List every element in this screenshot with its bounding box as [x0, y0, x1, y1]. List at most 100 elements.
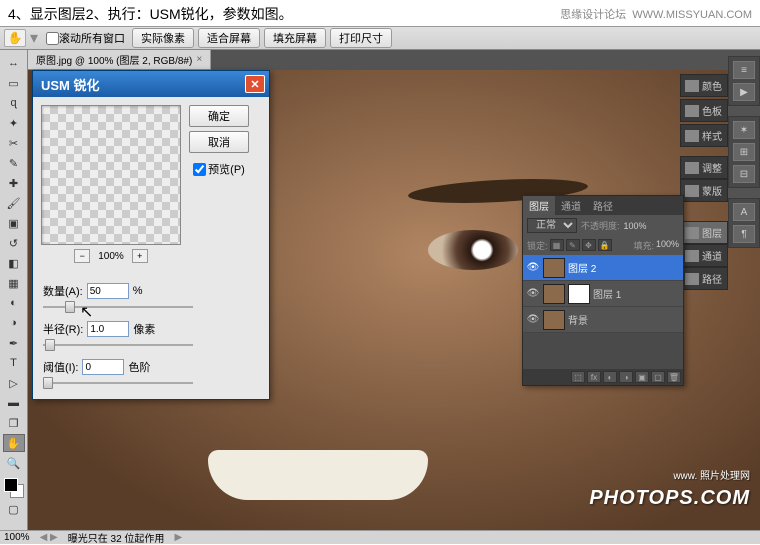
3d-tool[interactable]: ❐ [3, 414, 25, 432]
fill-label: 填充: [633, 239, 654, 252]
gradient-tool[interactable]: ▦ [3, 274, 25, 292]
hand-tool-icon[interactable]: ✋ [4, 29, 26, 47]
threshold-input[interactable] [82, 359, 124, 375]
lasso-tool[interactable]: ɋ [3, 94, 25, 112]
clone-dock-icon[interactable]: ⊞ [733, 143, 755, 161]
radius-input[interactable] [87, 321, 129, 337]
opacity-value[interactable]: 100% [624, 221, 647, 231]
radius-slider[interactable] [43, 339, 193, 351]
move-tool[interactable]: ↔ [3, 54, 25, 72]
blur-tool[interactable]: ◐ [3, 294, 25, 312]
delete-layer-icon[interactable]: 🗑 [667, 371, 681, 383]
paths-tab[interactable]: 路径 [680, 267, 728, 290]
shape-tool[interactable]: ▬ [3, 394, 25, 412]
lp-tab-channels[interactable]: 通道 [555, 196, 587, 215]
layer-thumb[interactable] [543, 258, 565, 278]
lock-all-icon[interactable]: 🔒 [598, 239, 612, 251]
type-tool[interactable]: T [3, 354, 25, 372]
layer-mask-icon[interactable]: ◐ [603, 371, 617, 383]
layers-tab[interactable]: 图层 [680, 221, 728, 244]
heal-tool[interactable]: ✚ [3, 174, 25, 192]
stamp-tool[interactable]: ▣ [3, 214, 25, 232]
brushes-dock-icon[interactable]: ✶ [733, 121, 755, 139]
brush-tool[interactable]: 🖌 [3, 194, 25, 212]
dialog-close-button[interactable]: ✕ [245, 75, 265, 93]
adjustment-layer-icon[interactable]: ◑ [619, 371, 633, 383]
threshold-label: 阈值(I): [43, 359, 78, 375]
lock-position-icon[interactable]: ✥ [582, 239, 596, 251]
layer-thumb[interactable] [543, 310, 565, 330]
close-tab-icon[interactable]: × [196, 54, 202, 65]
para-dock-icon[interactable]: ¶ [733, 225, 755, 243]
watermark-large: PHOTOPS.COM [589, 487, 750, 510]
swatches-tab[interactable]: 色板 [680, 99, 728, 122]
styles-tab[interactable]: 样式 [680, 124, 728, 147]
fg-color[interactable] [4, 478, 18, 492]
history-brush-tool[interactable]: ↺ [3, 234, 25, 252]
layer-thumb[interactable] [543, 284, 565, 304]
zoom-tool[interactable]: 🔍 [3, 454, 25, 472]
amount-unit: % [133, 285, 143, 297]
zoom-in-button[interactable]: + [132, 249, 148, 263]
history-dock-icon[interactable]: ≡ [733, 61, 755, 79]
layer-fx-icon[interactable]: fx [587, 371, 601, 383]
zoom-out-button[interactable]: − [74, 249, 90, 263]
dialog-titlebar[interactable]: USM 锐化 ✕ [33, 71, 269, 97]
layer-mask-thumb[interactable] [568, 284, 590, 304]
path-tool[interactable]: ▷ [3, 374, 25, 392]
blend-mode-select[interactable]: 正常 [527, 218, 577, 233]
eyedropper-tool[interactable]: ✎ [3, 154, 25, 172]
document-tab[interactable]: 原图.jpg @ 100% (图层 2, RGB/8#) × [28, 50, 211, 69]
preview-box[interactable] [41, 105, 181, 245]
cancel-button[interactable]: 取消 [189, 131, 249, 153]
fit-screen-button[interactable]: 适合屏幕 [198, 28, 260, 48]
layer-group-icon[interactable]: ▣ [635, 371, 649, 383]
eraser-tool[interactable]: ◧ [3, 254, 25, 272]
crop-tool[interactable]: ✂ [3, 134, 25, 152]
zoom-level[interactable]: 100% [4, 532, 30, 543]
color-tab[interactable]: 颜色 [680, 74, 728, 97]
preview-checkbox[interactable]: 预览(P) [193, 161, 245, 177]
usm-sharpen-dialog: USM 锐化 ✕ − 100% + 确定 取消 预览(P) 数量(A): % [32, 70, 270, 400]
actions-dock-icon[interactable]: ▶ [733, 83, 755, 101]
adjustments-tab[interactable]: 调整 [680, 156, 728, 179]
radius-label: 半径(R): [43, 321, 83, 337]
fill-value[interactable]: 100% [656, 239, 679, 252]
visibility-icon[interactable]: 👁 [526, 261, 540, 275]
dialog-title: USM 锐化 [41, 75, 100, 94]
threshold-slider[interactable] [43, 377, 193, 389]
layer-row-bg[interactable]: 👁 背景 [523, 307, 683, 333]
teeth [208, 450, 428, 500]
fill-screen-button[interactable]: 填充屏幕 [264, 28, 326, 48]
visibility-icon[interactable]: 👁 [526, 313, 540, 327]
ok-button[interactable]: 确定 [189, 105, 249, 127]
layer-row-2[interactable]: 👁 图层 2 [523, 255, 683, 281]
masks-tab[interactable]: 蒙版 [680, 179, 728, 202]
wand-tool[interactable]: ✦ [3, 114, 25, 132]
lp-tab-paths[interactable]: 路径 [587, 196, 619, 215]
amount-slider[interactable] [43, 301, 193, 313]
layer-row-1[interactable]: 👁 图层 1 [523, 281, 683, 307]
link-layers-icon[interactable]: ⬚ [571, 371, 585, 383]
marquee-tool[interactable]: ▭ [3, 74, 25, 92]
pen-tool[interactable]: ✒ [3, 334, 25, 352]
hand-tool[interactable]: ✋ [3, 434, 25, 452]
layer-name[interactable]: 图层 1 [593, 286, 621, 301]
print-size-button[interactable]: 打印尺寸 [330, 28, 392, 48]
quickmask-toggle[interactable]: ▢ [3, 500, 25, 518]
lock-pixels-icon[interactable]: ✎ [566, 239, 580, 251]
channels-tab[interactable]: 通道 [680, 244, 728, 267]
toolpresets-dock-icon[interactable]: ⊟ [733, 165, 755, 183]
scroll-all-checkbox[interactable]: 滚动所有窗口 [46, 30, 125, 46]
visibility-icon[interactable]: 👁 [526, 287, 540, 301]
lp-tab-layers[interactable]: 图层 [523, 196, 555, 215]
dodge-tool[interactable]: ◑ [3, 314, 25, 332]
lock-transparent-icon[interactable]: ▦ [550, 239, 564, 251]
char-dock-icon[interactable]: A [733, 203, 755, 221]
layer-name[interactable]: 背景 [568, 312, 588, 327]
actual-pixels-button[interactable]: 实际像素 [132, 28, 194, 48]
layer-name[interactable]: 图层 2 [568, 260, 596, 275]
color-swatch[interactable] [4, 478, 24, 498]
new-layer-icon[interactable]: ▢ [651, 371, 665, 383]
amount-input[interactable] [87, 283, 129, 299]
